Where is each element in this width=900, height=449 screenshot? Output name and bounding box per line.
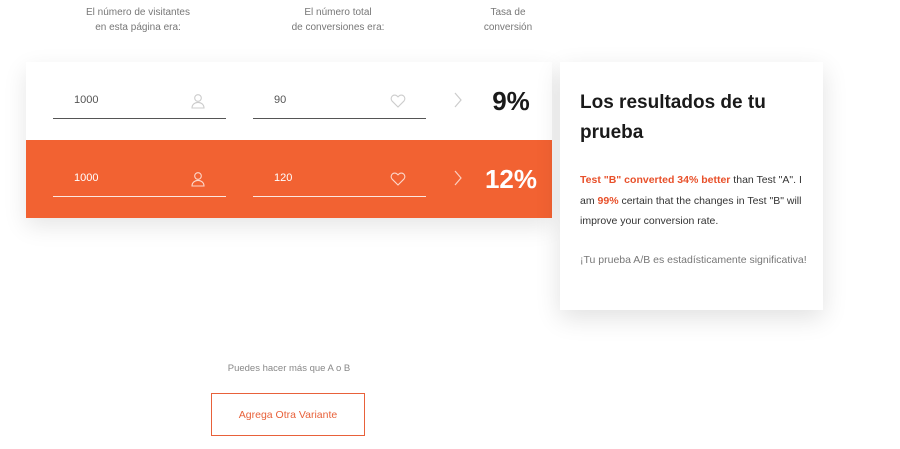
visitors-header-line1: El número de visitantes: [86, 7, 190, 18]
results-title: Los resultados de tu prueba: [580, 92, 766, 143]
rate-header-line1: Tasa de: [490, 7, 526, 18]
chevron-right-icon: [453, 91, 463, 109]
conversions-header-line1: El número total: [304, 7, 372, 18]
significance-message: ¡Tu prueba A/B es estadísticamente signi…: [580, 254, 807, 266]
test-b-conversions-value: 120: [274, 172, 293, 184]
add-variant-button[interactable]: Agrega Otra Variante: [211, 393, 365, 436]
test-a-conversions-field[interactable]: 90: [253, 84, 426, 119]
test-b-visitors-value: 1000: [74, 172, 99, 184]
test-b-visitors-field[interactable]: 1000: [53, 162, 226, 197]
more-variants-hint: Puedes hacer más que A o B: [227, 363, 351, 374]
rate-header-line2: conversión: [483, 22, 533, 33]
rate-column-header: Tasa de conversión: [466, 5, 550, 35]
user-icon: [190, 171, 206, 187]
results-card: Los resultados de tu prueba Test "B" con…: [560, 62, 823, 310]
visitors-header-line2: en esta página era:: [95, 22, 181, 33]
test-b-conversions-field[interactable]: 120: [253, 162, 426, 197]
heart-icon: [390, 93, 406, 109]
conversions-column-header: El número total de conversiones era:: [278, 5, 398, 35]
conversions-header-line2: de conversiones era:: [291, 22, 385, 33]
chevron-right-icon: [453, 169, 463, 187]
heart-icon: [390, 171, 406, 187]
test-a-conversions-value: 90: [274, 94, 287, 106]
test-a-visitors-field[interactable]: 1000: [53, 84, 226, 119]
test-b-conversion-rate: 12%: [484, 164, 538, 194]
test-b-row: 1000 120 12%: [26, 140, 552, 218]
visitors-column-header: El número de visitantes en esta página e…: [78, 5, 198, 35]
results-highlight-improvement: Test "B" converted 34% better: [580, 174, 731, 186]
user-icon: [190, 93, 206, 109]
results-summary: Test "B" converted 34% better than Test …: [580, 170, 816, 232]
ab-calculator-card: 1000 90 9% 1000 120 12%: [26, 62, 552, 218]
test-a-visitors-value: 1000: [74, 94, 99, 106]
results-highlight-confidence: 99%: [597, 194, 619, 207]
test-a-row: 1000 90 9%: [26, 62, 552, 140]
test-a-conversion-rate: 9%: [492, 86, 530, 116]
